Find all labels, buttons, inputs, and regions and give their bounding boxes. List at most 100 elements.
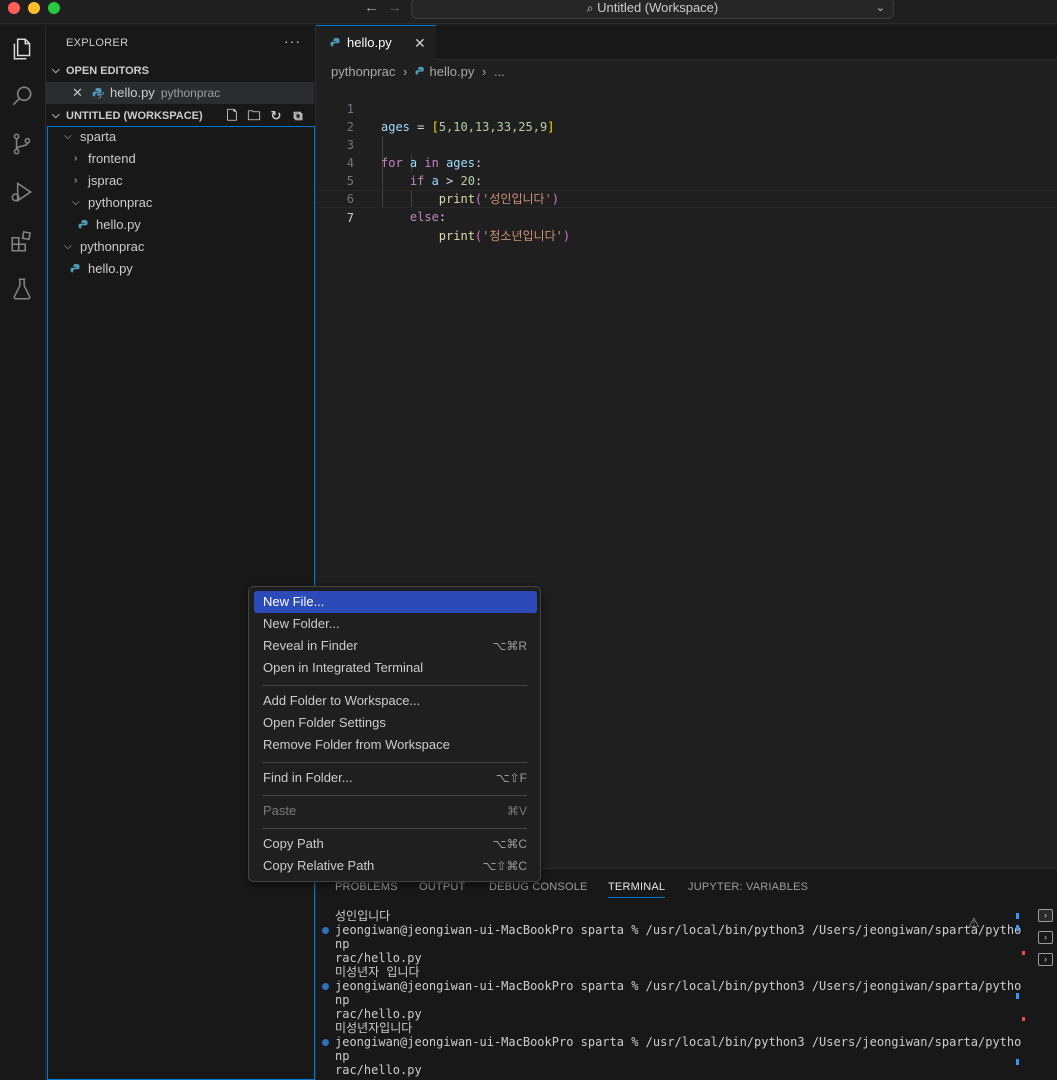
explorer-icon[interactable] xyxy=(9,36,35,62)
open-editor-item[interactable]: ✕ hello.py pythonprac xyxy=(46,82,314,104)
code-token: '청소년입니다' xyxy=(482,229,563,243)
open-editors-section[interactable]: ⌵ OPEN EDITORS xyxy=(46,60,315,82)
chevron-right-icon: › xyxy=(74,153,78,164)
menu-item-shortcut: ⌥⌘C xyxy=(492,837,528,851)
menu-item-label: Remove Folder from Workspace xyxy=(263,737,450,752)
chevron-down-icon[interactable]: ⌄ xyxy=(876,0,885,17)
tree-item-folder[interactable]: ⌵ pythonprac xyxy=(46,236,314,258)
menu-item-new-folder[interactable]: New Folder... xyxy=(254,613,537,635)
close-icon[interactable]: ✕ xyxy=(72,82,83,104)
tree-item-label: hello.py xyxy=(96,217,141,232)
python-file-icon xyxy=(78,220,88,229)
run-debug-icon[interactable] xyxy=(9,179,35,205)
terminal-instance-icon[interactable]: › xyxy=(1038,953,1053,966)
tree-item-folder[interactable]: ⌵ sparta xyxy=(46,126,314,148)
line-number: 7 xyxy=(346,211,354,225)
terminal-line: jeongiwan@jeongiwan-ui-MacBookPro sparta… xyxy=(335,979,1022,993)
terminal-output[interactable]: 성인입니다 jeongiwan@jeongiwan-ui-MacBookPro … xyxy=(316,907,1021,1080)
more-actions-icon[interactable]: ··· xyxy=(284,33,301,49)
menu-separator xyxy=(262,828,527,829)
chevron-down-icon: ⌵ xyxy=(52,65,60,76)
breadcrumb-folder[interactable]: pythonprac xyxy=(331,64,395,79)
command-decoration-icon[interactable] xyxy=(322,1039,329,1046)
menu-item-label: Add Folder to Workspace... xyxy=(263,693,421,708)
tree-item-label: frontend xyxy=(88,151,136,166)
menu-item-label: Copy Path xyxy=(263,836,324,851)
menu-item-new-file[interactable]: New File... xyxy=(254,591,537,613)
search-icon[interactable] xyxy=(9,83,35,109)
terminal-line: 미성년자입니다 xyxy=(335,1021,413,1035)
scroll-marker xyxy=(1022,1017,1025,1021)
terminal-instance-icon[interactable]: › xyxy=(1038,909,1053,922)
tree-item-folder[interactable]: › frontend xyxy=(46,148,314,170)
workspace-section[interactable]: ⌵ UNTITLED (WORKSPACE) 🗋 🗀 ↻ ⧉ xyxy=(46,105,315,127)
new-file-icon[interactable]: 🗋 xyxy=(221,105,243,127)
tree-item-folder[interactable]: › jsprac xyxy=(46,170,314,192)
command-decoration-icon[interactable] xyxy=(322,927,329,934)
minimize-window-button[interactable] xyxy=(28,2,40,14)
open-editor-folder: pythonprac xyxy=(160,86,221,100)
terminal-line: np xyxy=(335,1049,350,1063)
breadcrumb-more[interactable]: ... xyxy=(494,64,505,79)
tree-item-file[interactable]: hello.py xyxy=(46,214,314,236)
maximize-window-button[interactable] xyxy=(48,2,60,14)
tree-item-file[interactable]: hello.py xyxy=(46,258,314,280)
close-window-button[interactable] xyxy=(8,2,20,14)
menu-item-open-in-terminal[interactable]: Open in Integrated Terminal xyxy=(254,657,537,679)
testing-flask-icon[interactable] xyxy=(9,276,35,302)
back-arrow-icon[interactable]: ← xyxy=(364,0,379,16)
tab-hello-py[interactable]: hello.py ✕ xyxy=(316,25,436,60)
extensions-icon[interactable] xyxy=(9,228,35,254)
menu-item-remove-folder[interactable]: Remove Folder from Workspace xyxy=(254,734,537,756)
menu-item-find-in-folder[interactable]: Find in Folder... ⌥⇧F xyxy=(254,767,537,789)
command-decoration-icon[interactable] xyxy=(322,983,329,990)
code-line: 1 ages = [5,10,13,33,25,9] xyxy=(316,82,1057,134)
code-line: 6 else: xyxy=(316,172,1057,224)
close-icon[interactable]: ✕ xyxy=(414,26,426,60)
tree-item-folder[interactable]: ⌵ pythonprac xyxy=(46,192,314,214)
forward-arrow-icon[interactable]: → xyxy=(387,0,402,16)
section-title: UNTITLED (WORKSPACE) xyxy=(66,110,203,122)
refresh-icon[interactable]: ↻ xyxy=(265,105,287,127)
menu-item-copy-relative-path[interactable]: Copy Relative Path ⌥⇧⌘C xyxy=(254,855,537,877)
menu-item-open-folder-settings[interactable]: Open Folder Settings xyxy=(254,712,537,734)
menu-item-shortcut: ⌥⇧⌘C xyxy=(482,859,527,873)
terminal-instance-icon[interactable]: › xyxy=(1038,931,1053,944)
menu-item-add-folder-to-workspace[interactable]: Add Folder to Workspace... xyxy=(254,690,537,712)
menu-item-copy-path[interactable]: Copy Path ⌥⌘C xyxy=(254,833,537,855)
menu-separator xyxy=(262,795,527,796)
source-control-icon[interactable] xyxy=(9,131,35,157)
terminal-line: rac/hello.py xyxy=(335,1007,422,1021)
tab-problems[interactable]: PROBLEMS xyxy=(335,881,398,893)
menu-item-paste[interactable]: Paste ⌘V xyxy=(254,800,537,822)
chevron-right-icon: › xyxy=(402,64,408,79)
tree-item-label: pythonprac xyxy=(88,195,153,210)
menu-item-label: Paste xyxy=(263,803,297,818)
search-icon: ⌕ xyxy=(586,1,594,15)
breadcrumb: pythonprac › hello.py › ... xyxy=(331,62,505,82)
python-file-icon xyxy=(330,38,340,47)
collapse-all-icon[interactable]: ⧉ xyxy=(287,105,309,127)
breadcrumb-file[interactable]: hello.py xyxy=(430,64,475,79)
menu-item-label: New File... xyxy=(263,594,325,609)
python-file-icon xyxy=(415,66,424,75)
menu-item-reveal-in-finder[interactable]: Reveal in Finder ⌥⌘R xyxy=(254,635,537,657)
tab-label: hello.py xyxy=(347,35,392,50)
tab-terminal[interactable]: TERMINAL xyxy=(608,881,666,898)
editor-tab-bar: hello.py ✕ xyxy=(316,25,1057,60)
command-center[interactable]: ⌕ Untitled (Workspace) ⌄ xyxy=(411,0,894,19)
tab-debug-console[interactable]: DEBUG CONSOLE xyxy=(489,881,588,893)
explorer-title: EXPLORER xyxy=(66,37,129,49)
code-line-current: 7 print('청소년입니다') xyxy=(316,190,1057,243)
terminal-line: 미성년자 입니다 xyxy=(335,965,420,979)
chevron-down-icon: ⌵ xyxy=(72,197,80,208)
menu-item-label: Open Folder Settings xyxy=(263,715,386,730)
tab-output[interactable]: OUTPUT xyxy=(419,881,465,893)
code-line: 5 print('성인입니다') xyxy=(316,154,1057,206)
new-folder-icon[interactable]: 🗀 xyxy=(243,105,265,127)
activity-bar xyxy=(0,25,46,1080)
tab-jupyter-variables[interactable]: JUPYTER: VARIABLES xyxy=(688,881,808,893)
code-line: 4 if a > 20: xyxy=(316,136,1057,188)
code-token: else xyxy=(409,210,439,224)
warning-icon[interactable]: ⚠ xyxy=(968,915,980,931)
